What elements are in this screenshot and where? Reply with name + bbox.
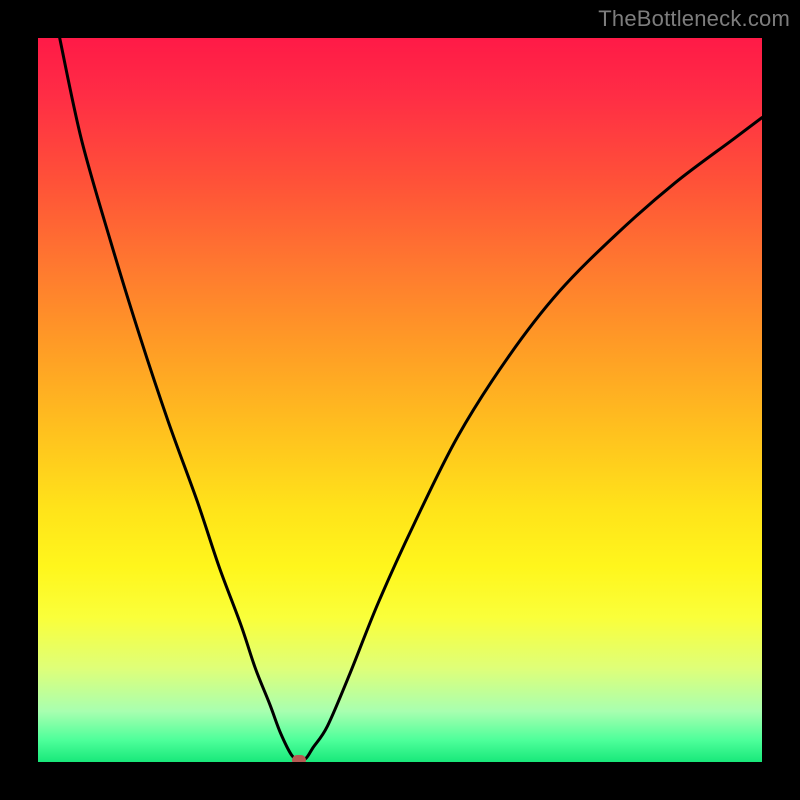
minimum-marker: [292, 755, 306, 762]
bottleneck-curve: [60, 38, 762, 760]
chart-frame: TheBottleneck.com: [0, 0, 800, 800]
curve-layer: [38, 38, 762, 762]
watermark-text: TheBottleneck.com: [598, 6, 790, 32]
plot-area: [38, 38, 762, 762]
